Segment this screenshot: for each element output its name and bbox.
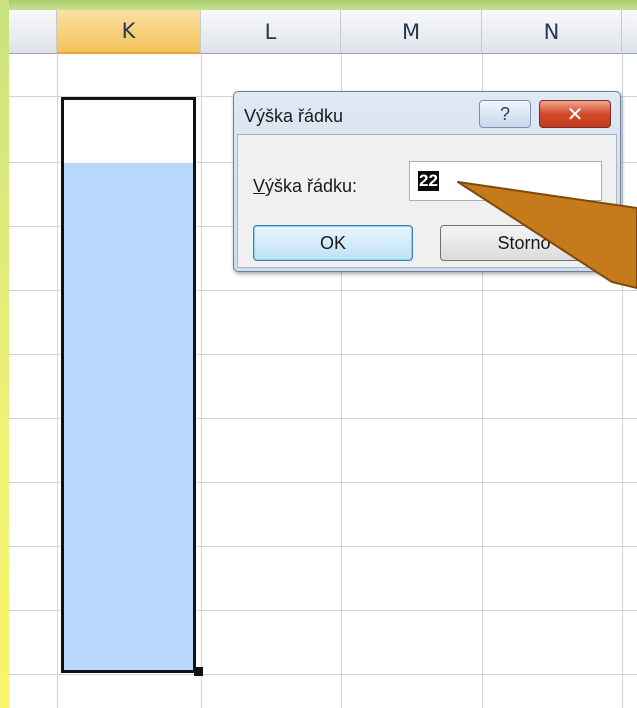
cancel-button[interactable]: Storno [440, 225, 608, 261]
dialog-title: Výška řádku [244, 106, 344, 126]
column-header-k[interactable]: K [57, 10, 201, 54]
access-key-letter: V [253, 176, 266, 196]
column-header-next[interactable] [622, 10, 637, 54]
row-height-dialog: Výška řádku ? ✕ Výška řádku: 22 OK Storn… [233, 91, 621, 272]
column-header-label: N [543, 19, 560, 44]
fill-handle[interactable] [194, 667, 203, 676]
gridline-horizontal [9, 674, 637, 675]
question-mark-icon: ? [499, 103, 510, 124]
column-header-label: L [264, 19, 277, 44]
slide-frame-left [0, 0, 9, 708]
row-height-label: Výška řádku: [253, 176, 357, 197]
row-height-value: 22 [418, 171, 439, 191]
slide-frame-top [0, 0, 637, 10]
column-header-label: K [121, 19, 136, 43]
close-icon: ✕ [566, 102, 584, 126]
ok-button[interactable]: OK [253, 225, 413, 261]
row-height-label-text: ýška řádku: [265, 176, 358, 196]
help-button[interactable]: ? [479, 100, 531, 128]
selected-range[interactable] [61, 97, 196, 673]
column-header-l[interactable]: L [201, 10, 341, 54]
selected-cells-highlight [64, 163, 193, 670]
row-height-input[interactable]: 22 [409, 161, 602, 201]
column-header-m[interactable]: M [341, 10, 482, 54]
column-header-label: M [401, 19, 421, 44]
close-button[interactable]: ✕ [539, 100, 611, 128]
column-header-corner[interactable] [9, 10, 57, 54]
column-header-n[interactable]: N [482, 10, 622, 54]
